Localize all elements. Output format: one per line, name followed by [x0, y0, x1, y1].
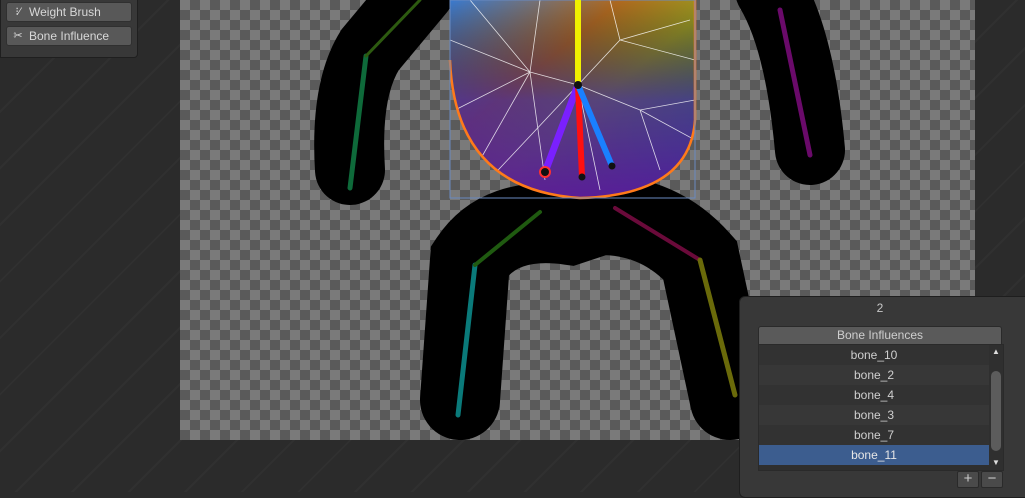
- influence-count: 2: [876, 301, 884, 315]
- scrollbar-thumb[interactable]: [991, 371, 1001, 451]
- scroll-down-icon[interactable]: ▼: [992, 458, 1000, 467]
- list-item[interactable]: bone_2: [759, 365, 989, 385]
- list-item-selected[interactable]: bone_11: [759, 445, 989, 465]
- add-bone-button[interactable]: +: [957, 471, 979, 488]
- bone-influence-icon: ✂: [13, 30, 23, 42]
- tool-panel: ⁝⁄ Weight Brush ✂ Bone Influence: [0, 0, 138, 58]
- bone-influence-list: bone_10 bone_2 bone_4 bone_3 bone_7 bone…: [758, 344, 1004, 471]
- weight-brush-icon: ⁝⁄: [15, 6, 21, 18]
- list-item[interactable]: bone_10: [759, 345, 989, 365]
- list-item[interactable]: bone_7: [759, 425, 989, 445]
- scroll-up-icon[interactable]: ▲: [992, 347, 1000, 356]
- weight-brush-label: Weight Brush: [29, 5, 101, 19]
- remove-bone-button[interactable]: −: [981, 471, 1003, 488]
- bone-influence-panel: 2 Bone Influences bone_10 bone_2 bone_4 …: [739, 296, 1025, 498]
- bone-influences-header: Bone Influences: [758, 326, 1002, 345]
- weight-brush-button[interactable]: ⁝⁄ Weight Brush: [6, 2, 132, 22]
- list-item[interactable]: bone_3: [759, 405, 989, 425]
- bone-influence-label: Bone Influence: [29, 29, 110, 43]
- bone-influence-button[interactable]: ✂ Bone Influence: [6, 26, 132, 46]
- scrollbar[interactable]: ▲ ▼: [990, 345, 1003, 470]
- list-item[interactable]: bone_4: [759, 385, 989, 405]
